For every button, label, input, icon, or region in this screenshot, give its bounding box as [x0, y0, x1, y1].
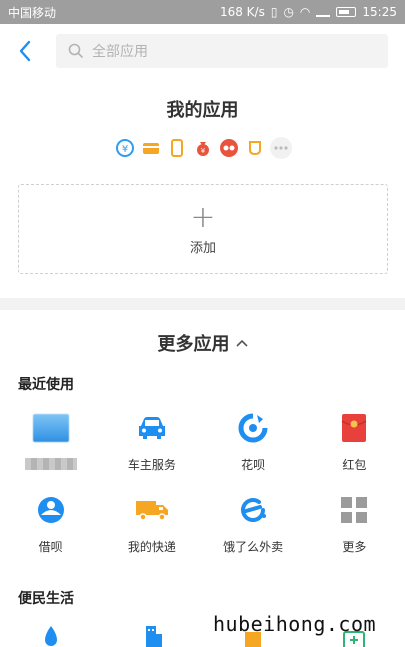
section-divider	[0, 298, 405, 310]
app-tile-my-express[interactable]: 我的快递	[101, 492, 202, 555]
huabei-icon	[238, 413, 268, 443]
vibrate-icon: ▯	[270, 5, 278, 19]
chevron-up-icon	[235, 336, 248, 350]
recent-section-title: 最近使用	[18, 377, 74, 393]
phone-recharge-icon	[166, 137, 188, 159]
app-tile-utility[interactable]	[0, 622, 101, 647]
svg-text:¥: ¥	[121, 144, 127, 155]
app-tile-city[interactable]	[101, 622, 202, 647]
battery-icon	[336, 7, 357, 17]
app-label: 饿了么外卖	[223, 540, 284, 554]
clock: 15:25	[362, 5, 397, 19]
wifi-icon: ◠	[299, 5, 311, 19]
app-tile-eleme[interactable]: 饿了么外卖	[203, 492, 304, 555]
app-label: 借呗	[38, 540, 63, 554]
money-bag-icon: ¥	[192, 137, 214, 159]
grid-more-icon	[341, 497, 368, 523]
more-apps-header[interactable]: 更多应用	[0, 330, 405, 356]
plus-icon: +	[190, 199, 216, 235]
car-icon	[138, 417, 165, 439]
recent-row-1: 车主服务 花呗 红包	[0, 410, 405, 473]
svg-text:¥: ¥	[200, 147, 205, 155]
life-section-title: 便民生活	[18, 591, 74, 607]
eleme-icon	[241, 498, 267, 522]
more-apps-title: 更多应用	[157, 334, 230, 355]
app-tile-car-service[interactable]: 车主服务	[101, 410, 202, 473]
app-label: 更多	[342, 540, 367, 554]
search-input[interactable]: 全部应用	[56, 34, 388, 68]
back-button[interactable]	[0, 24, 50, 78]
recent-row-2: 借呗 我的快递 饿了么外卖 更多	[0, 492, 405, 555]
carrier-label: 中国移动	[8, 5, 57, 20]
status-bar: 中国移动 168 K/s ▯ ◷ ◠ 15:25	[0, 0, 405, 24]
red-envelope-icon	[341, 414, 367, 442]
add-app-button[interactable]: + 添加	[18, 184, 388, 274]
cup-icon	[244, 137, 266, 159]
app-tile-more[interactable]: 更多	[304, 492, 405, 555]
blurred-app-label	[24, 458, 77, 470]
watermark-text: hubeihong.com	[213, 612, 377, 636]
app-tile-blurred[interactable]	[0, 410, 101, 473]
more-dots-icon	[269, 137, 292, 159]
jiebei-icon	[37, 497, 64, 523]
blurred-app-icon	[32, 414, 69, 442]
my-apps-title: 我的应用	[166, 100, 239, 121]
my-apps-icon-strip[interactable]: ¥ ¥	[0, 137, 405, 161]
search-placeholder: 全部应用	[92, 44, 148, 60]
add-label: 添加	[189, 240, 216, 256]
water-drop-icon	[44, 626, 57, 646]
chevron-left-icon	[19, 40, 31, 62]
glasses-icon	[218, 137, 240, 159]
app-tile-huabei[interactable]: 花呗	[203, 410, 304, 473]
app-label: 红包	[342, 458, 367, 472]
app-tile-red-envelope[interactable]: 红包	[304, 410, 405, 473]
yuebao-icon: ¥	[114, 137, 136, 159]
signal-icon	[316, 7, 331, 17]
app-tile-jiebei[interactable]: 借呗	[0, 492, 101, 555]
truck-icon	[135, 501, 168, 521]
app-label: 我的快递	[127, 540, 176, 554]
network-speed: 168 K/s	[219, 5, 265, 19]
app-label: 车主服务	[127, 458, 176, 472]
building-icon	[145, 626, 162, 647]
app-label: 花呗	[241, 458, 266, 472]
card-icon	[140, 137, 162, 159]
search-icon	[68, 43, 83, 58]
alarm-icon: ◷	[283, 5, 294, 19]
